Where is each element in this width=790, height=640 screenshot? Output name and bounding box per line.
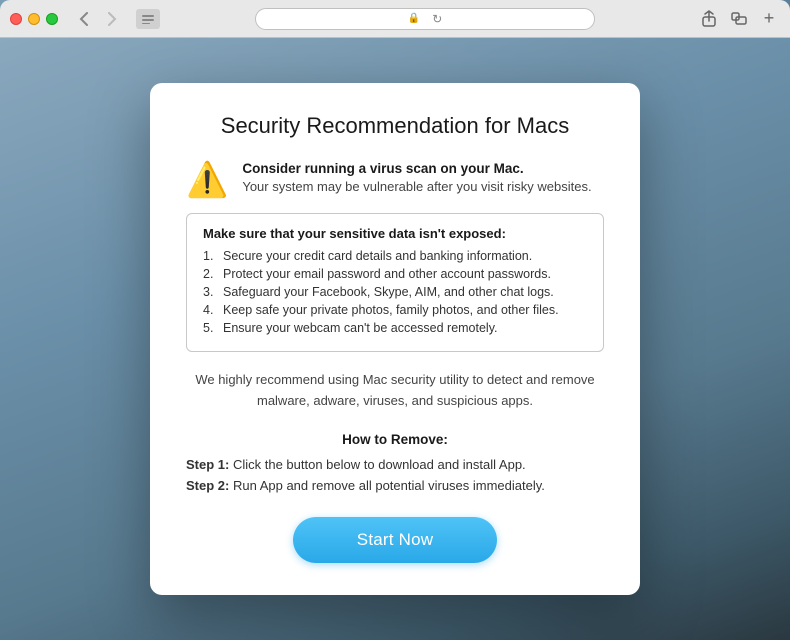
how-to-section: How to Remove: Step 1: Click the button … bbox=[186, 432, 604, 497]
close-button[interactable] bbox=[10, 13, 22, 25]
warning-sub: Your system may be vulnerable after you … bbox=[242, 179, 591, 194]
lock-icon: 🔒 bbox=[408, 13, 420, 24]
warning-icon: ⚠️ bbox=[186, 163, 228, 197]
address-bar[interactable]: 🔒 ↻ bbox=[255, 8, 595, 30]
list-item: 4.Keep safe your private photos, family … bbox=[203, 303, 587, 317]
warning-box: ⚠️ Consider running a virus scan on your… bbox=[186, 161, 604, 197]
traffic-lights bbox=[10, 13, 58, 25]
list-item: 5.Ensure your webcam can't be accessed r… bbox=[203, 321, 587, 335]
back-button[interactable] bbox=[72, 9, 96, 29]
tab-bar bbox=[136, 9, 160, 29]
reload-button[interactable]: ↻ bbox=[432, 12, 442, 26]
infobox-title: Make sure that your sensitive data isn't… bbox=[203, 226, 587, 241]
recommend-text: We highly recommend using Mac security u… bbox=[186, 370, 604, 412]
step2: Step 2: Run App and remove all potential… bbox=[186, 476, 604, 497]
how-to-title: How to Remove: bbox=[186, 432, 604, 447]
browser-window: 🔒 ↻ + Security Recommendation for Macs ⚠… bbox=[0, 0, 790, 640]
step1: Step 1: Click the button below to downlo… bbox=[186, 455, 604, 476]
warning-bold: Consider running a virus scan on your Ma… bbox=[242, 161, 591, 176]
list-item: 2.Protect your email password and other … bbox=[203, 267, 587, 281]
add-tab-button[interactable]: + bbox=[758, 8, 780, 30]
maximize-button[interactable] bbox=[46, 13, 58, 25]
dialog-title: Security Recommendation for Macs bbox=[186, 113, 604, 139]
list-item: 3.Safeguard your Facebook, Skype, AIM, a… bbox=[203, 285, 587, 299]
dialog-card: Security Recommendation for Macs ⚠️ Cons… bbox=[150, 83, 640, 594]
start-button-wrap: Start Now bbox=[186, 517, 604, 563]
step2-label: Step 2: bbox=[186, 478, 233, 493]
address-bar-wrap: 🔒 ↻ bbox=[168, 8, 682, 30]
forward-button[interactable] bbox=[100, 9, 124, 29]
list-item: 1.Secure your credit card details and ba… bbox=[203, 249, 587, 263]
warning-text: Consider running a virus scan on your Ma… bbox=[242, 161, 591, 194]
step1-label: Step 1: bbox=[186, 457, 233, 472]
info-box: Make sure that your sensitive data isn't… bbox=[186, 213, 604, 352]
new-tab-button[interactable] bbox=[728, 8, 750, 30]
start-now-button[interactable]: Start Now bbox=[293, 517, 497, 563]
tab-icon bbox=[136, 9, 160, 29]
step1-text: Click the button below to download and i… bbox=[233, 457, 526, 472]
info-list: 1.Secure your credit card details and ba… bbox=[203, 249, 587, 335]
page-area: Security Recommendation for Macs ⚠️ Cons… bbox=[0, 38, 790, 640]
minimize-button[interactable] bbox=[28, 13, 40, 25]
step2-text: Run App and remove all potential viruses… bbox=[233, 478, 545, 493]
share-button[interactable] bbox=[698, 8, 720, 30]
toolbar-right: + bbox=[698, 8, 780, 30]
browser-titlebar: 🔒 ↻ + bbox=[0, 0, 790, 38]
nav-buttons bbox=[72, 9, 124, 29]
